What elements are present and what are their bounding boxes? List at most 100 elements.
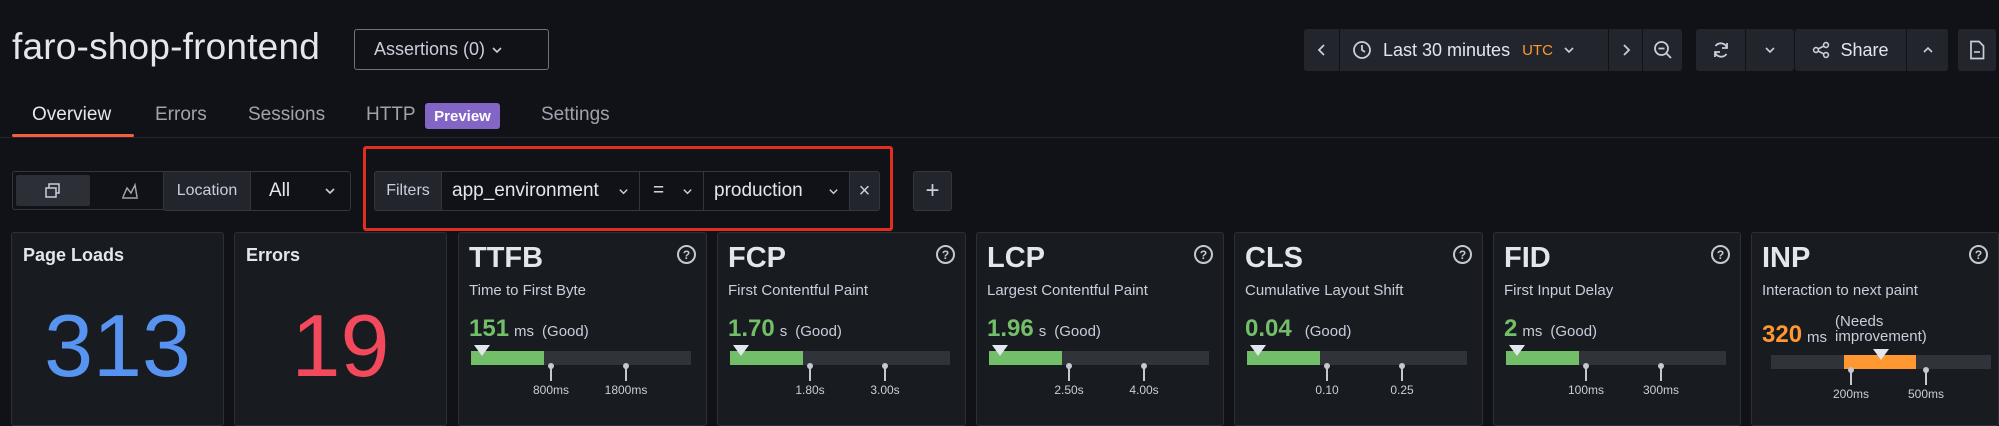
share-button[interactable]: Share	[1795, 29, 1907, 71]
cls-threshold-label: 0.25	[1390, 383, 1414, 397]
lcp-threshold-label: 4.00s	[1129, 383, 1159, 397]
fid-threshold-label: 100ms	[1567, 383, 1605, 397]
refresh-interval-dropdown[interactable]	[1746, 29, 1794, 71]
fcp-panel: FCP First Contentful Paint ? 1.70 s (Goo…	[717, 232, 966, 426]
filter-value: production	[714, 180, 803, 201]
help-icon[interactable]: ?	[677, 245, 696, 264]
filter-value-select[interactable]: production	[704, 171, 850, 211]
ttfb-unit: ms	[514, 323, 535, 340]
clock-icon	[1353, 41, 1371, 59]
cls-panel: CLS Cumulative Layout Shift ? 0.04 (Good…	[1234, 232, 1483, 426]
chevron-down-icon	[619, 188, 628, 194]
page-loads-panel: Page Loads 313	[11, 232, 224, 426]
help-icon[interactable]: ?	[1453, 245, 1472, 264]
chevron-down-icon	[325, 188, 335, 195]
chevron-right-icon	[1622, 44, 1630, 56]
time-range-picker[interactable]: Last 30 minutes UTC	[1340, 29, 1609, 71]
view-toggle-panels[interactable]	[16, 175, 90, 206]
ttfb-title: TTFB	[469, 242, 544, 274]
lcp-unit: s	[1038, 323, 1047, 340]
inp-title: INP	[1762, 242, 1811, 274]
ttfb-threshold-tick	[548, 363, 554, 381]
time-range-label: Last 30 minutes	[1383, 39, 1511, 60]
fcp-value-marker	[733, 345, 749, 356]
cls-threshold-tick	[1324, 363, 1330, 381]
time-back-button[interactable]	[1304, 29, 1340, 71]
panel-title: Errors	[246, 245, 301, 265]
cls-title: CLS	[1245, 242, 1303, 274]
tab-bar: Overview Errors Sessions HTTP Settings	[0, 98, 1999, 138]
close-icon: ×	[858, 179, 871, 202]
inp-threshold-tick	[1923, 367, 1929, 385]
help-icon[interactable]: ?	[936, 245, 955, 264]
fid-threshold-tick	[1583, 363, 1589, 381]
cls-value-marker	[1250, 345, 1266, 356]
tab-settings[interactable]: Settings	[541, 104, 610, 126]
view-toggle-chart[interactable]	[93, 172, 167, 209]
assertions-dropdown[interactable]: Assertions (0)	[354, 29, 549, 70]
cls-value-row: 0.04 (Good)	[1245, 315, 1351, 343]
tab-overview[interactable]: Overview	[32, 104, 111, 126]
lcp-title: LCP	[987, 242, 1045, 274]
filters-label: Filters	[374, 171, 442, 211]
chevron-down-icon	[1564, 47, 1574, 54]
remove-filter-button[interactable]: ×	[850, 171, 880, 211]
time-picker-group: Last 30 minutes UTC	[1304, 29, 1682, 71]
fcp-threshold-label: 3.00s	[870, 383, 900, 397]
inp-subtitle: Interaction to next paint	[1762, 282, 1918, 299]
help-icon[interactable]: ?	[1969, 245, 1988, 264]
fcp-title: FCP	[728, 242, 786, 274]
filter-key-select[interactable]: app_environment	[442, 171, 640, 211]
fid-threshold-label: 300ms	[1642, 383, 1680, 397]
fid-title: FID	[1504, 242, 1551, 274]
fid-subtitle: First Input Delay	[1504, 282, 1614, 299]
ttfb-threshold-label: 1800ms	[604, 383, 648, 397]
file-export-icon	[1970, 40, 1985, 60]
fid-threshold-tick	[1658, 363, 1664, 381]
inp-unit: ms	[1807, 329, 1828, 346]
ttfb-rating: (Good)	[542, 323, 589, 340]
inp-value-marker	[1873, 349, 1889, 360]
refresh-icon	[1713, 42, 1728, 58]
lcp-threshold-tick	[1141, 363, 1147, 381]
location-select[interactable]: All	[251, 171, 351, 211]
lcp-value-marker	[992, 345, 1008, 356]
add-filter-button[interactable]: +	[913, 171, 952, 211]
zoom-out-button[interactable]	[1643, 29, 1682, 71]
ttfb-panel: TTFB Time to First Byte ? 151 ms (Good) …	[458, 232, 707, 426]
tab-sessions[interactable]: Sessions	[248, 104, 325, 126]
lcp-value-row: 1.96 s (Good)	[987, 315, 1101, 343]
page-title: faro-shop-frontend	[12, 26, 321, 67]
fid-value-marker	[1509, 345, 1525, 356]
cls-threshold-tick	[1399, 363, 1405, 381]
cls-score-bar	[1247, 345, 1467, 365]
ttfb-score-bar	[471, 345, 691, 365]
time-forward-button[interactable]	[1609, 29, 1643, 71]
lcp-threshold-label: 2.50s	[1054, 383, 1084, 397]
view-toggle	[12, 171, 168, 210]
lcp-threshold-tick	[1066, 363, 1072, 381]
filter-operator-select[interactable]: =	[640, 171, 704, 211]
tab-errors[interactable]: Errors	[155, 104, 207, 126]
location-value: All	[269, 180, 291, 201]
fcp-unit: s	[779, 323, 788, 340]
share-group: Share	[1795, 29, 1948, 71]
fid-unit: ms	[1522, 323, 1543, 340]
inp-threshold-label: 500ms	[1907, 387, 1945, 401]
filters-bar: Filters app_environment = production ×	[374, 171, 880, 211]
inp-rating: (Needs improvement)	[1835, 314, 1927, 344]
help-icon[interactable]: ?	[1711, 245, 1730, 264]
refresh-button[interactable]	[1696, 29, 1746, 71]
lcp-rating: (Good)	[1054, 323, 1101, 340]
panel-title: Page Loads	[23, 245, 125, 265]
lcp-panel: LCP Largest Contentful Paint ? 1.96 s (G…	[976, 232, 1224, 426]
share-options-button[interactable]	[1907, 29, 1948, 71]
layers-icon	[45, 182, 60, 198]
export-button[interactable]	[1958, 29, 1996, 71]
inp-panel: INP Interaction to next paint ? 320 ms (…	[1751, 232, 1999, 426]
tab-http[interactable]: HTTP	[366, 104, 416, 126]
ttfb-subtitle: Time to First Byte	[469, 282, 586, 299]
help-icon[interactable]: ?	[1194, 245, 1213, 264]
fcp-subtitle: First Contentful Paint	[728, 282, 869, 299]
chevron-down-icon	[829, 188, 838, 194]
